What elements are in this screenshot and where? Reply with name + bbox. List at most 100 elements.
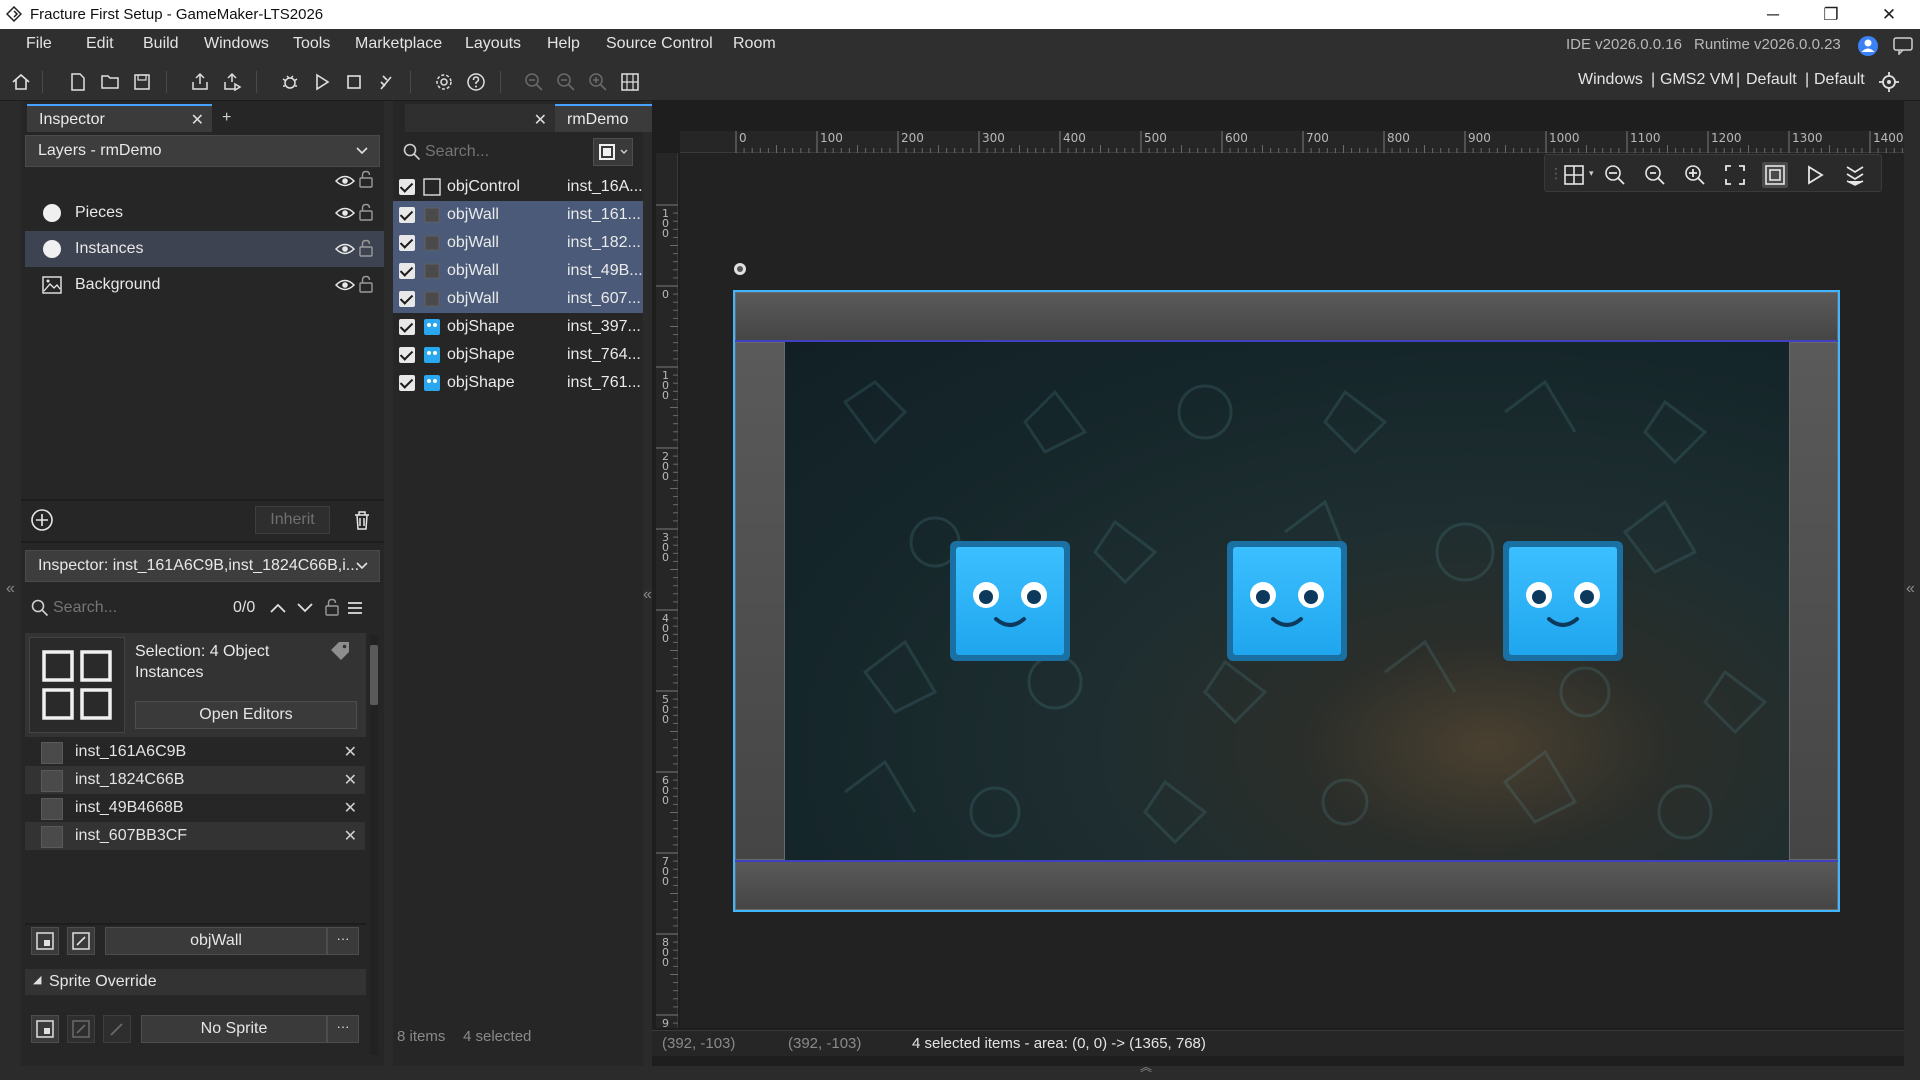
open-project-icon[interactable] (97, 69, 123, 95)
visibility-checkbox[interactable] (399, 235, 415, 251)
menu-layouts[interactable]: Layouts (465, 35, 521, 53)
menu-help[interactable]: Help (547, 35, 580, 53)
menu-tools[interactable]: Tools (293, 35, 330, 53)
remove-icon[interactable]: ✕ (344, 770, 357, 790)
expand-bottom-icon[interactable]: ︽ (1140, 1058, 1152, 1075)
remove-icon[interactable]: ✕ (344, 826, 357, 846)
target-config[interactable]: Default (1746, 71, 1797, 89)
stop-icon[interactable] (341, 69, 367, 95)
open-editors-button[interactable]: Open Editors (135, 701, 357, 729)
restore-button[interactable]: ❐ (1802, 0, 1860, 29)
menu-build[interactable]: Build (143, 35, 179, 53)
zoom-out-icon[interactable] (1602, 162, 1628, 188)
grid-toggle-icon[interactable] (1561, 162, 1587, 188)
control-object-icon[interactable] (733, 262, 747, 276)
visibility-checkbox[interactable] (399, 375, 415, 391)
home-icon[interactable] (8, 69, 34, 95)
new-object-icon[interactable] (31, 927, 59, 955)
sprite-more-button[interactable]: ··· (327, 1015, 359, 1043)
wall-left[interactable] (735, 342, 785, 860)
lock-icon[interactable] (359, 170, 373, 188)
inherit-button[interactable]: Inherit (255, 506, 330, 534)
notifications-icon[interactable] (1893, 37, 1913, 55)
lock-icon[interactable] (359, 239, 373, 257)
grid-dropdown-icon[interactable]: ▾ (1589, 168, 1594, 179)
account-icon[interactable] (1857, 35, 1879, 57)
edit-sprite-icon[interactable] (67, 1015, 95, 1043)
tag-icon[interactable] (329, 641, 351, 661)
layers-view-icon[interactable] (1842, 162, 1868, 188)
visibility-checkbox[interactable] (399, 347, 415, 363)
wall-right[interactable] (1789, 342, 1838, 860)
eye-icon[interactable] (335, 278, 355, 292)
menu-marketplace[interactable]: Marketplace (355, 35, 442, 53)
close-icon[interactable]: ✕ (191, 110, 204, 130)
wall-bottom[interactable] (735, 860, 1838, 910)
view-mode-dropdown[interactable] (593, 138, 633, 166)
menu-room[interactable]: Room (733, 35, 776, 53)
visibility-checkbox[interactable] (399, 319, 415, 335)
inspector-scrollbar[interactable] (370, 635, 378, 1055)
save-icon[interactable] (129, 69, 155, 95)
instance-row[interactable]: inst_161A6C9B ✕ (25, 738, 365, 766)
chevron-down-icon[interactable] (296, 600, 314, 616)
sprite-override-header[interactable]: ◢ Sprite Override (25, 969, 366, 995)
lock-icon[interactable] (359, 275, 373, 293)
layer-row-pieces[interactable]: Pieces (25, 195, 384, 231)
help-icon[interactable] (463, 69, 489, 95)
lock-icon[interactable] (325, 598, 339, 616)
object-name-button[interactable]: objWall (105, 927, 327, 955)
target-settings-icon[interactable] (1878, 71, 1900, 93)
tab-inspector[interactable]: Inspector ✕ (27, 104, 212, 132)
zoom-out-disabled-icon[interactable] (521, 69, 547, 95)
instances-search-input[interactable] (425, 139, 565, 165)
menu-file[interactable]: File (26, 35, 52, 53)
visibility-checkbox[interactable] (399, 179, 415, 195)
lock-icon[interactable] (359, 203, 373, 221)
new-project-icon[interactable] (65, 69, 91, 95)
menu-source-control[interactable]: Source Control (606, 35, 713, 53)
object-more-button[interactable]: ··· (327, 927, 359, 955)
eye-icon[interactable] (335, 174, 355, 188)
minimize-button[interactable]: ─ (1744, 0, 1802, 29)
room-view[interactable] (733, 290, 1840, 912)
new-sprite-icon[interactable] (31, 1015, 59, 1043)
shape-instance[interactable] (950, 541, 1070, 661)
debug-icon[interactable] (277, 69, 303, 95)
export-icon[interactable] (187, 69, 213, 95)
clean-icon[interactable] (373, 69, 399, 95)
chevron-up-icon[interactable] (269, 600, 287, 616)
run-icon[interactable] (309, 69, 335, 95)
add-tab-button[interactable]: + (222, 109, 231, 127)
instance-row[interactable]: inst_607BB3CF ✕ (25, 822, 365, 850)
wall-top[interactable] (735, 292, 1838, 342)
remove-icon[interactable]: ✕ (344, 798, 357, 818)
layer-row-background[interactable]: Background (25, 267, 384, 303)
instance-list-row[interactable]: objShape inst_764... (393, 341, 643, 369)
instance-list-row[interactable]: objWall inst_182... (393, 229, 643, 257)
layer-row-instances[interactable]: Instances (25, 231, 384, 267)
eye-icon[interactable] (335, 242, 355, 256)
eye-icon[interactable] (335, 206, 355, 220)
target-platform[interactable]: Windows (1578, 71, 1643, 89)
instance-row[interactable]: inst_1824C66B ✕ (25, 766, 365, 794)
zoom-reset-disabled-icon[interactable] (553, 69, 579, 95)
instance-list-row[interactable]: objWall inst_49B... (393, 257, 643, 285)
layers-dropdown[interactable]: Layers - rmDemo (25, 135, 380, 167)
menu-icon[interactable] (346, 600, 364, 616)
no-sprite-button[interactable]: No Sprite (141, 1015, 327, 1043)
collapse-panel-icon[interactable]: « (643, 586, 652, 604)
target-vm[interactable]: GMS2 VM (1660, 71, 1734, 89)
visibility-checkbox[interactable] (399, 263, 415, 279)
shape-instance[interactable] (1503, 541, 1623, 661)
remove-icon[interactable]: ✕ (344, 742, 357, 762)
visibility-checkbox[interactable] (399, 207, 415, 223)
fit-view-icon[interactable] (1722, 162, 1748, 188)
instance-list-row[interactable]: objControl inst_16A... (393, 173, 643, 201)
instance-row[interactable]: inst_49B4668B ✕ (25, 794, 365, 822)
collapse-right-icon[interactable]: « (1906, 580, 1915, 598)
edit-object-icon[interactable] (67, 927, 95, 955)
visibility-checkbox[interactable] (399, 291, 415, 307)
frame-view-icon[interactable] (1762, 162, 1788, 188)
shape-instance[interactable] (1227, 541, 1347, 661)
